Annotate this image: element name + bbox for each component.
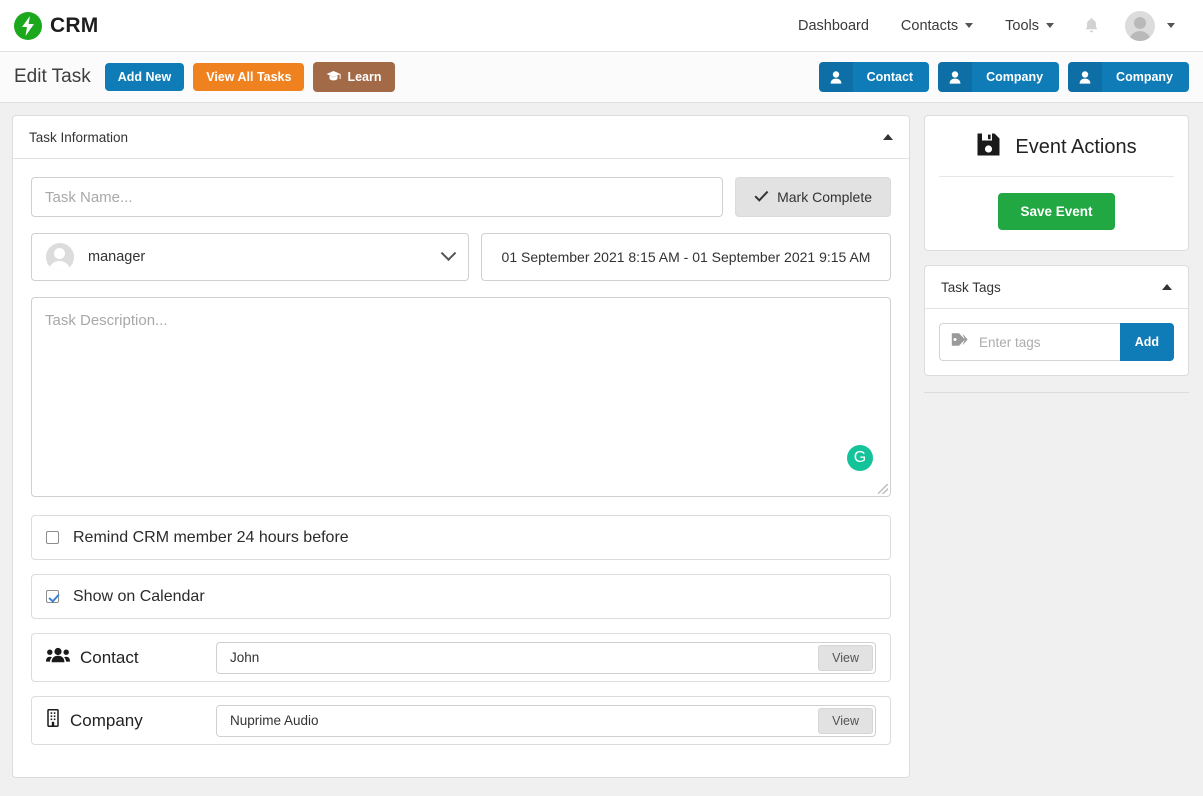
building-icon xyxy=(46,709,60,732)
tag-input-group: Add xyxy=(939,323,1174,361)
assignee-date-row: manager 01 September 2021 8:15 AM - 01 S… xyxy=(31,233,891,281)
event-actions-title: Event Actions xyxy=(1015,135,1137,158)
company-shortcut-label: Company xyxy=(986,70,1044,84)
save-event-button[interactable]: Save Event xyxy=(998,193,1115,230)
top-navigation-bar: CRM Dashboard Contacts Tools xyxy=(0,0,1203,52)
company-shortcut-button-1[interactable]: Company xyxy=(938,62,1060,92)
person-icon xyxy=(938,62,973,92)
task-tags-body: Add xyxy=(925,309,1188,375)
task-name-input[interactable] xyxy=(31,177,724,217)
add-new-button[interactable]: Add New xyxy=(104,62,185,92)
contact-shortcut-label: Contact xyxy=(866,70,914,84)
contact-view-button[interactable]: View xyxy=(818,644,873,671)
learn-button[interactable]: Learn xyxy=(313,61,395,93)
remind-member-checkbox[interactable] xyxy=(46,531,59,544)
textarea-resize-handle[interactable] xyxy=(878,484,888,494)
chevron-down-icon xyxy=(965,23,974,28)
contact-shortcut-button[interactable]: Contact xyxy=(818,62,930,92)
mark-complete-label: Mark Complete xyxy=(777,189,872,205)
nav-item-label: Tools xyxy=(1005,17,1039,34)
tag-icon xyxy=(951,332,968,352)
task-name-row: Mark Complete xyxy=(31,177,891,217)
task-information-title: Task Information xyxy=(29,129,129,145)
task-description-wrapper: G xyxy=(31,297,891,497)
event-actions-body: Save Event xyxy=(925,177,1188,250)
remind-member-label: Remind CRM member 24 hours before xyxy=(73,528,349,546)
lightning-bolt-icon xyxy=(14,11,42,40)
page-content: Task Information Mark Complete xyxy=(0,103,1203,778)
person-icon xyxy=(1068,62,1103,92)
grammarly-icon[interactable]: G xyxy=(847,445,873,471)
company-input-wrapper: View xyxy=(216,704,876,737)
page-action-bar: Edit Task Add New View All Tasks Learn C… xyxy=(0,52,1203,103)
contact-label: Contact xyxy=(80,647,139,667)
company-shortcut-label: Company xyxy=(1116,70,1173,84)
caret-up-icon[interactable] xyxy=(883,134,893,140)
nav-item-tools[interactable]: Tools xyxy=(989,10,1070,42)
contact-input[interactable] xyxy=(216,641,876,674)
task-information-header: Task Information xyxy=(13,116,909,159)
sidebar-divider xyxy=(924,392,1189,393)
company-input[interactable] xyxy=(216,704,876,737)
chevron-down-icon xyxy=(1046,23,1054,28)
nav-item-label: Dashboard xyxy=(797,17,869,34)
company-shortcut-button-2[interactable]: Company xyxy=(1068,62,1189,92)
tag-field[interactable] xyxy=(939,323,1120,361)
page-title: Edit Task xyxy=(14,66,91,87)
event-actions-card: Event Actions Save Event xyxy=(924,115,1189,251)
show-on-calendar-checkbox-row[interactable]: Show on Calendar xyxy=(31,574,891,619)
remind-member-checkbox-row[interactable]: Remind CRM member 24 hours before xyxy=(31,515,891,560)
nav-item-label: Contacts xyxy=(900,17,959,34)
assignee-select[interactable]: manager xyxy=(31,233,469,281)
date-range-value: 01 September 2021 8:15 AM - 01 September… xyxy=(501,249,871,265)
learn-label: Learn xyxy=(347,69,382,84)
assignee-value: manager xyxy=(88,249,146,265)
caret-up-icon[interactable] xyxy=(1162,284,1172,290)
company-view-button[interactable]: View xyxy=(818,707,873,734)
task-description-input[interactable] xyxy=(31,297,891,497)
event-actions-header: Event Actions xyxy=(939,116,1174,177)
grammarly-letter: G xyxy=(853,449,867,466)
task-tags-header: Task Tags xyxy=(925,266,1188,309)
add-tag-button[interactable]: Add xyxy=(1119,323,1174,361)
view-all-tasks-label: View All Tasks xyxy=(206,69,292,84)
company-label: Company xyxy=(70,710,143,730)
user-menu-chevron-down-icon[interactable] xyxy=(1165,15,1185,36)
tag-input[interactable] xyxy=(977,333,1109,351)
company-label-group: Company xyxy=(46,709,206,732)
add-new-label: Add New xyxy=(117,69,172,84)
task-tags-card: Task Tags Add xyxy=(924,265,1189,376)
date-range-field[interactable]: 01 September 2021 8:15 AM - 01 September… xyxy=(481,233,891,281)
show-on-calendar-checkbox[interactable] xyxy=(46,590,59,603)
floppy-save-icon xyxy=(976,132,1001,162)
nav-item-contacts[interactable]: Contacts xyxy=(885,10,989,42)
notification-bell-icon[interactable] xyxy=(1070,9,1113,42)
person-icon xyxy=(818,62,853,92)
task-tags-title: Task Tags xyxy=(941,279,1001,295)
show-on-calendar-label: Show on Calendar xyxy=(73,587,205,605)
contact-row: Contact View xyxy=(31,633,891,682)
top-nav-links: Dashboard Contacts Tools xyxy=(782,9,1185,42)
task-information-card: Task Information Mark Complete xyxy=(12,115,910,778)
mark-complete-button[interactable]: Mark Complete xyxy=(735,177,891,217)
entity-shortcut-buttons: Contact Company Company xyxy=(818,62,1189,92)
users-group-icon xyxy=(46,647,70,668)
graduation-cap-icon xyxy=(326,70,342,85)
task-information-body: Mark Complete manager 01 September 2021 … xyxy=(13,159,909,777)
chevron-down-icon xyxy=(440,244,457,261)
contact-input-wrapper: View xyxy=(216,641,876,674)
view-all-tasks-button[interactable]: View All Tasks xyxy=(193,62,305,92)
user-avatar-icon[interactable] xyxy=(1125,10,1155,41)
check-icon xyxy=(754,189,769,205)
nav-item-dashboard[interactable]: Dashboard xyxy=(782,10,885,42)
main-column: Task Information Mark Complete xyxy=(12,115,910,778)
brand-logo[interactable]: CRM xyxy=(14,11,99,40)
company-row: Company View xyxy=(31,696,891,745)
user-avatar-icon xyxy=(46,243,74,271)
contact-label-group: Contact xyxy=(46,647,206,668)
sidebar-column: Event Actions Save Event Task Tags Enter… xyxy=(924,115,1189,393)
brand-name: CRM xyxy=(50,13,99,37)
